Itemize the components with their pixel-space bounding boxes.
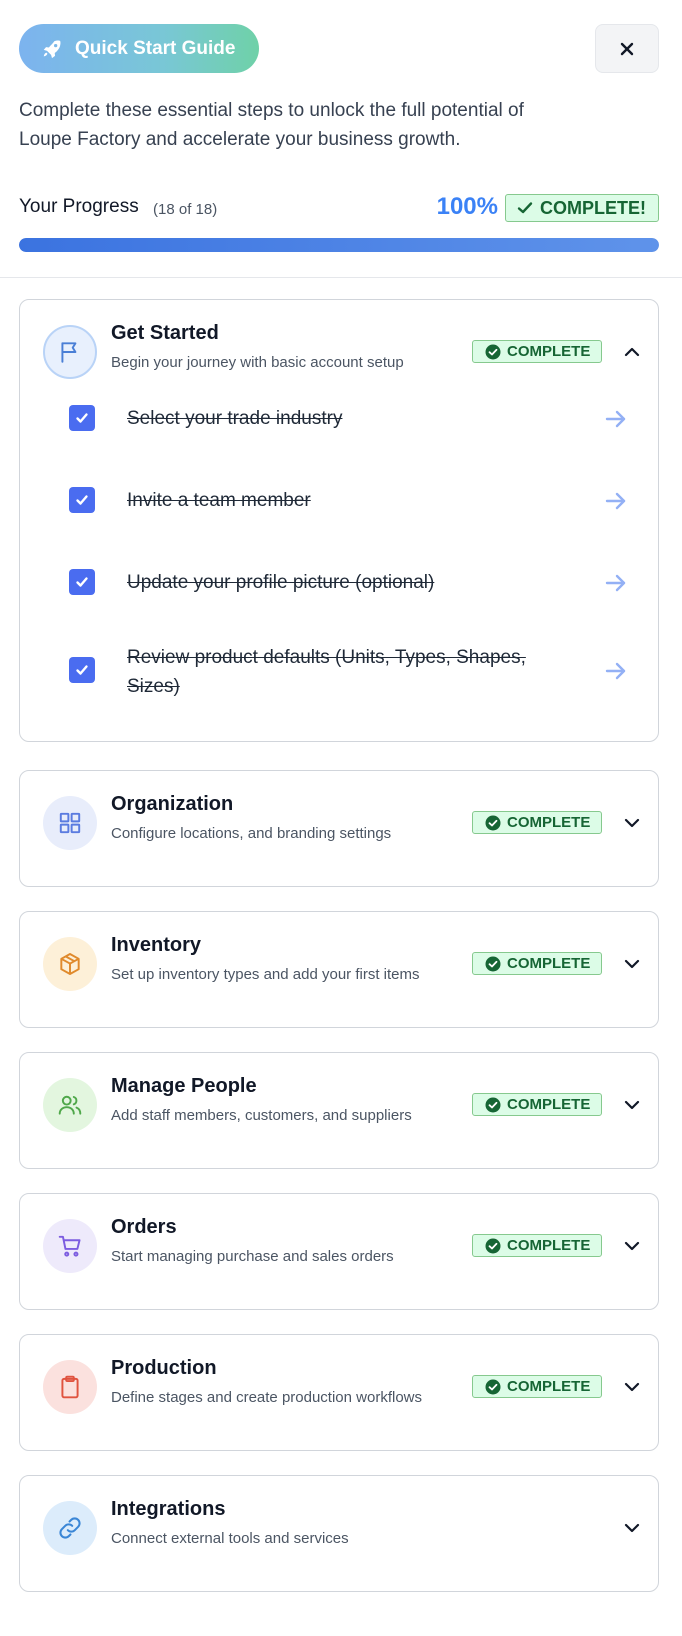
status-badge: COMPLETE	[472, 1375, 602, 1398]
check-circle-icon	[485, 815, 501, 830]
chevron-down-icon[interactable]	[622, 1518, 642, 1538]
section-title: Orders	[111, 1216, 177, 1238]
rocket-icon	[43, 40, 61, 58]
check-icon	[517, 202, 533, 214]
section-description: Define stages and create production work…	[111, 1389, 423, 1406]
section-orders[interactable]: Orders Start managing purchase and sales…	[19, 1193, 659, 1310]
progress-status-badge: COMPLETE!	[505, 194, 659, 222]
check-icon	[76, 577, 88, 587]
section-title: Manage People	[111, 1075, 257, 1097]
section-description: Set up inventory types and add your firs…	[111, 966, 420, 983]
progress-status-label: COMPLETE!	[540, 197, 646, 218]
task-label: Invite a team member	[127, 490, 311, 511]
link-icon	[43, 1501, 97, 1555]
users-icon	[43, 1078, 97, 1132]
status-label: COMPLETE	[507, 343, 591, 360]
checkbox[interactable]	[69, 405, 95, 431]
progress-count: (18 of 18)	[153, 201, 218, 218]
status-label: COMPLETE	[507, 1237, 591, 1254]
status-badge: COMPLETE	[472, 952, 602, 975]
chevron-down-icon[interactable]	[622, 1236, 642, 1256]
status-label: COMPLETE	[507, 1378, 591, 1395]
section-get-started: Get Started Begin your journey with basi…	[19, 299, 659, 742]
progress-bar-fill	[19, 238, 659, 252]
arrow-right-icon[interactable]	[603, 488, 629, 514]
grid-icon	[43, 796, 97, 850]
flag-icon	[43, 325, 97, 379]
checkbox[interactable]	[69, 487, 95, 513]
check-circle-icon	[485, 1379, 501, 1394]
check-circle-icon	[485, 344, 501, 359]
divider	[0, 277, 682, 278]
close-button[interactable]	[595, 24, 659, 73]
task-item[interactable]: Review product defaults (Units, Types, S…	[69, 643, 639, 705]
section-description: Add staff members, customers, and suppli…	[111, 1107, 412, 1124]
task-label: Update your profile picture (optional)	[127, 572, 435, 593]
task-item[interactable]: Update your profile picture (optional)	[69, 568, 639, 602]
chevron-down-icon[interactable]	[622, 1377, 642, 1397]
status-label: COMPLETE	[507, 814, 591, 831]
progress-title: Your Progress	[19, 196, 139, 217]
chevron-up-icon[interactable]	[622, 342, 642, 362]
section-title: Get Started	[111, 322, 219, 344]
section-description: Connect external tools and services	[111, 1530, 349, 1547]
progress-bar	[19, 238, 659, 252]
close-icon	[620, 42, 634, 55]
section-description: Configure locations, and branding settin…	[111, 825, 392, 842]
section-organization[interactable]: Organization Configure locations, and br…	[19, 770, 659, 887]
box-icon	[43, 937, 97, 991]
check-icon	[76, 495, 88, 505]
arrow-right-icon[interactable]	[603, 406, 629, 432]
clipboard-icon	[43, 1360, 97, 1414]
status-label: COMPLETE	[507, 955, 591, 972]
check-circle-icon	[485, 956, 501, 971]
chevron-down-icon[interactable]	[622, 1095, 642, 1115]
chevron-down-icon[interactable]	[622, 813, 642, 833]
progress-row: Your Progress (18 of 18) 100% COMPLETE!	[19, 192, 659, 224]
check-icon	[76, 665, 88, 675]
header: Quick Start Guide	[19, 24, 659, 74]
arrow-right-icon[interactable]	[603, 570, 629, 596]
status-badge: COMPLETE	[472, 811, 602, 834]
checkbox[interactable]	[69, 569, 95, 595]
quick-start-title: Quick Start Guide	[75, 37, 236, 59]
task-item[interactable]: Invite a team member	[69, 486, 639, 520]
section-title: Production	[111, 1357, 217, 1379]
checkbox[interactable]	[69, 657, 95, 683]
task-label: Select your trade industry	[127, 408, 343, 429]
section-production[interactable]: Production Define stages and create prod…	[19, 1334, 659, 1451]
cart-icon	[43, 1219, 97, 1273]
quick-start-pill: Quick Start Guide	[19, 24, 259, 73]
task-label: Review product defaults (Units, Types, S…	[127, 647, 526, 697]
status-label: COMPLETE	[507, 1096, 591, 1113]
section-description: Start managing purchase and sales orders	[111, 1248, 394, 1265]
check-circle-icon	[485, 1097, 501, 1112]
status-badge: COMPLETE	[472, 1093, 602, 1116]
section-integrations[interactable]: Integrations Connect external tools and …	[19, 1475, 659, 1592]
task-item[interactable]: Select your trade industry	[69, 404, 639, 438]
section-description: Begin your journey with basic account se…	[111, 354, 404, 371]
section-title: Organization	[111, 793, 234, 815]
section-title: Integrations	[111, 1498, 226, 1520]
section-inventory[interactable]: Inventory Set up inventory types and add…	[19, 911, 659, 1028]
check-icon	[76, 413, 88, 423]
section-title: Inventory	[111, 934, 202, 956]
check-circle-icon	[485, 1238, 501, 1253]
progress-percent: 100%	[436, 193, 498, 220]
chevron-down-icon[interactable]	[622, 954, 642, 974]
section-manage-people[interactable]: Manage People Add staff members, custome…	[19, 1052, 659, 1169]
status-badge: COMPLETE	[472, 340, 602, 363]
intro-text: Complete these essential steps to unlock…	[19, 100, 524, 150]
status-badge: COMPLETE	[472, 1234, 602, 1257]
arrow-right-icon[interactable]	[603, 658, 629, 684]
